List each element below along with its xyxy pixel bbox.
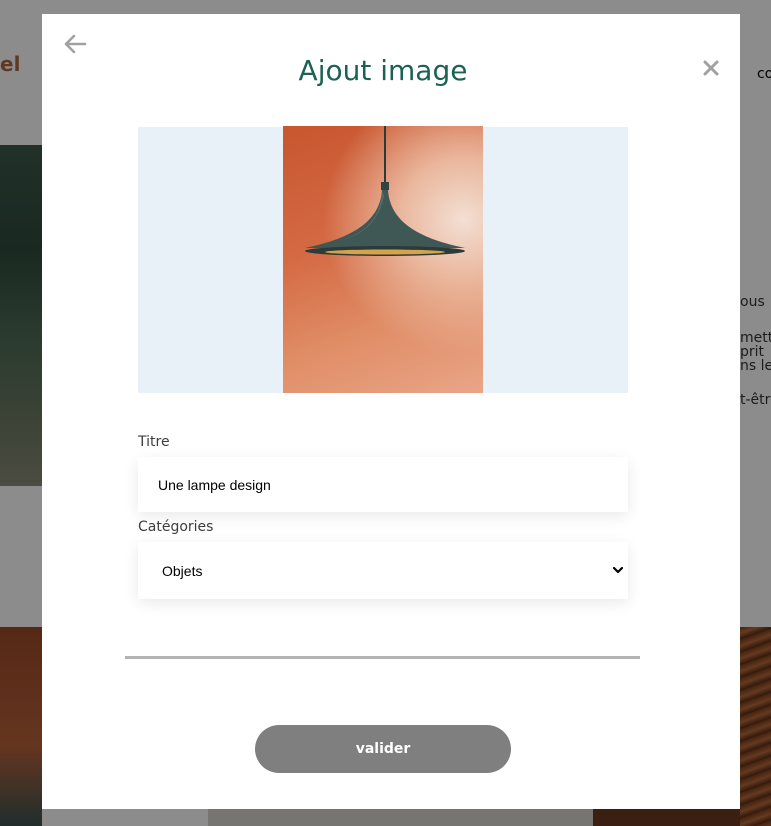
arrow-left-icon: [64, 34, 87, 54]
preview-photo: [283, 126, 483, 393]
category-selected-value: Objets: [162, 562, 203, 579]
add-image-modal: Ajout image Titre Une lampe design Catég…: [42, 14, 740, 809]
title-label: Titre: [138, 434, 170, 450]
image-preview[interactable]: [138, 126, 628, 393]
form-divider: [125, 656, 640, 659]
pendant-lamp-illustration: [305, 126, 465, 256]
category-select[interactable]: Objets: [138, 542, 628, 599]
back-button[interactable]: [64, 34, 88, 54]
modal-title: Ajout image: [298, 54, 468, 87]
chevron-down-icon: [612, 566, 624, 574]
title-input-value: Une lampe design: [158, 476, 271, 493]
categories-label: Catégories: [138, 519, 214, 535]
submit-button[interactable]: valider: [255, 725, 511, 773]
title-input[interactable]: Une lampe design: [138, 457, 628, 512]
